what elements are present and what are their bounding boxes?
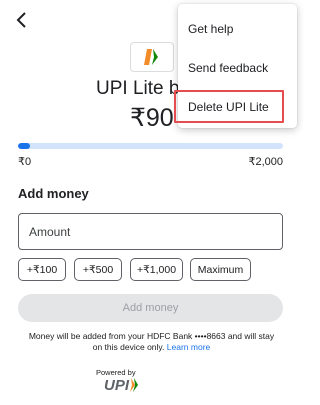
upi-lite-logo (130, 42, 174, 72)
upi-lite-logo-icon (144, 49, 158, 65)
progress-fill (18, 143, 30, 149)
menu-item-send-feedback[interactable]: Send feedback (178, 53, 297, 83)
amount-input[interactable] (19, 214, 282, 249)
chip-add-100[interactable]: +₹100 (18, 258, 66, 281)
chip-add-1000[interactable]: +₹1,000 (130, 258, 183, 281)
info-message: Money will be added from your HDFC Bank … (28, 331, 275, 352)
balance-amount: ₹90 (130, 104, 174, 132)
arrow-back-icon (16, 12, 26, 28)
back-button[interactable] (12, 10, 32, 30)
add-money-button[interactable]: Add money (18, 294, 283, 322)
menu-item-delete-upi-lite[interactable]: Delete UPI Lite (178, 92, 297, 122)
chip-maximum[interactable]: Maximum (190, 258, 251, 281)
range-min-label: ₹0 (18, 156, 32, 168)
add-money-heading: Add money (18, 186, 89, 201)
range-max-label: ₹2,000 (248, 156, 283, 168)
upi-brand-logo: UPI (104, 377, 138, 394)
menu-item-get-help[interactable]: Get help (178, 14, 297, 44)
learn-more-link[interactable]: Learn more (167, 342, 210, 352)
chip-add-500[interactable]: +₹500 (74, 258, 122, 281)
overflow-menu: Get help Send feedback Delete UPI Lite (178, 4, 297, 128)
info-text: Money will be added from your HDFC Bank … (24, 331, 279, 353)
svg-text:UPI: UPI (104, 377, 130, 394)
amount-field[interactable] (18, 213, 283, 250)
balance-progress-bar (18, 143, 283, 149)
